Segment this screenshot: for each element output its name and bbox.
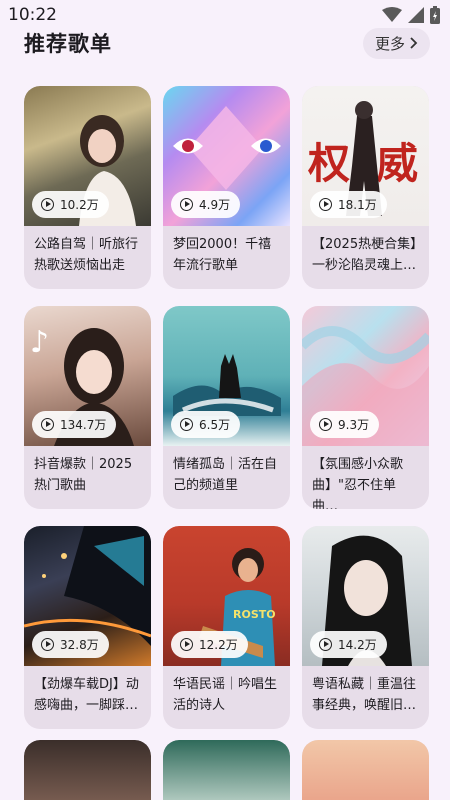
playlist-cover: 10.2万 [24,86,151,226]
play-count-badge: 9.3万 [310,411,380,438]
playlist-title: 抖音爆款｜2025热门歌曲 [34,457,133,493]
playlist-title: 情绪孤岛｜活在自己的频道里 [173,457,278,493]
playlist-card[interactable]: 6.5万 情绪孤岛｜活在自己的频道里 [163,306,290,509]
play-icon [41,418,54,431]
playlist-cover: 9.3万 [302,306,429,446]
play-icon [319,638,332,651]
playlist-card[interactable] [163,740,290,800]
play-count: 4.9万 [199,198,231,212]
play-count: 134.7万 [60,418,107,432]
next-row-partial [24,740,429,800]
playlist-title: 粤语私藏｜重温往事经典，唤醒旧… [312,677,417,713]
play-icon [41,198,54,211]
playlist-card[interactable]: 14.2万 粤语私藏｜重温往事经典，唤醒旧… [302,526,429,729]
playlist-card[interactable]: 4.9万 梦回2000！千禧年流行歌单 [163,86,290,289]
play-count: 18.1万 [338,198,377,212]
play-icon [41,638,54,651]
playlist-card[interactable]: 32.8万 【劲爆车载DJ】动感嗨曲，一脚踩… [24,526,151,729]
playlist-cover [302,740,429,800]
playlist-card[interactable] [24,740,151,800]
playlist-card[interactable]: 9.3万 【氛围感小众歌曲】"忍不住单曲… [302,306,429,509]
play-count-badge: 134.7万 [32,411,117,438]
play-icon [180,638,193,651]
play-icon [180,418,193,431]
playlist-title: 【劲爆车载DJ】动感嗨曲，一脚踩… [34,677,139,713]
svg-text:威: 威 [376,139,418,188]
playlist-cover: ROSTO 12.2万 [163,526,290,666]
playlist-cover: 6.5万 [163,306,290,446]
play-icon [180,198,193,211]
battery-icon [430,6,440,24]
playlist-title: 华语民谣｜吟唱生活的诗人 [173,677,278,713]
play-count: 9.3万 [338,418,370,432]
playlist-card[interactable]: 10.2万 公路自驾｜听旅行热歌送烦恼出走 [24,86,151,289]
play-count: 6.5万 [199,418,231,432]
play-count-badge: 6.5万 [171,411,241,438]
svg-text:♪: ♪ [30,325,49,360]
svg-text:权: 权 [307,139,350,188]
play-count-badge: 32.8万 [32,631,109,658]
play-count: 12.2万 [199,638,238,652]
section-header: 推荐歌单 更多 [0,24,450,62]
playlist-title: 【氛围感小众歌曲】"忍不住单曲… [312,457,404,509]
playlist-card[interactable]: ♪ 134.7万 抖音爆款｜2025热门歌曲 [24,306,151,509]
play-count-badge: 18.1万 [310,191,387,218]
signal-icon [408,7,424,23]
playlist-title: 【2025热梗合集】一秒沦陷灵魂上… [312,237,417,273]
play-count: 14.2万 [338,638,377,652]
more-label: 更多 [374,34,405,53]
playlist-title: 公路自驾｜听旅行热歌送烦恼出走 [34,237,139,273]
play-count-badge: 12.2万 [171,631,248,658]
playlist-grid: 10.2万 公路自驾｜听旅行热歌送烦恼出走 4.9万 梦回2000！千禧年流行歌… [24,86,429,729]
wifi-icon [382,7,402,22]
play-count-badge: 14.2万 [310,631,387,658]
play-icon [319,418,332,431]
playlist-card[interactable]: 权 威 18.1万 【2025热梗合集】一秒沦陷灵魂上… [302,86,429,289]
section-title: 推荐歌单 [24,32,112,56]
playlist-cover [163,740,290,800]
playlist-cover: 32.8万 [24,526,151,666]
playlist-title: 梦回2000！千禧年流行歌单 [173,237,272,273]
status-time: 10:22 [8,5,57,25]
play-count-badge: 10.2万 [32,191,109,218]
playlist-cover: ♪ 134.7万 [24,306,151,446]
playlist-card[interactable] [302,740,429,800]
playlist-card[interactable]: ROSTO 12.2万 华语民谣｜吟唱生活的诗人 [163,526,290,729]
play-icon [319,198,332,211]
svg-text:ROSTO: ROSTO [233,608,276,621]
status-icons [382,6,440,24]
play-count: 32.8万 [60,638,99,652]
playlist-cover [24,740,151,800]
playlist-cover: 14.2万 [302,526,429,666]
play-count: 10.2万 [60,198,99,212]
play-count-badge: 4.9万 [171,191,241,218]
chevron-right-icon [410,37,418,49]
playlist-cover: 4.9万 [163,86,290,226]
more-button[interactable]: 更多 [362,27,430,59]
playlist-cover: 权 威 18.1万 [302,86,429,226]
